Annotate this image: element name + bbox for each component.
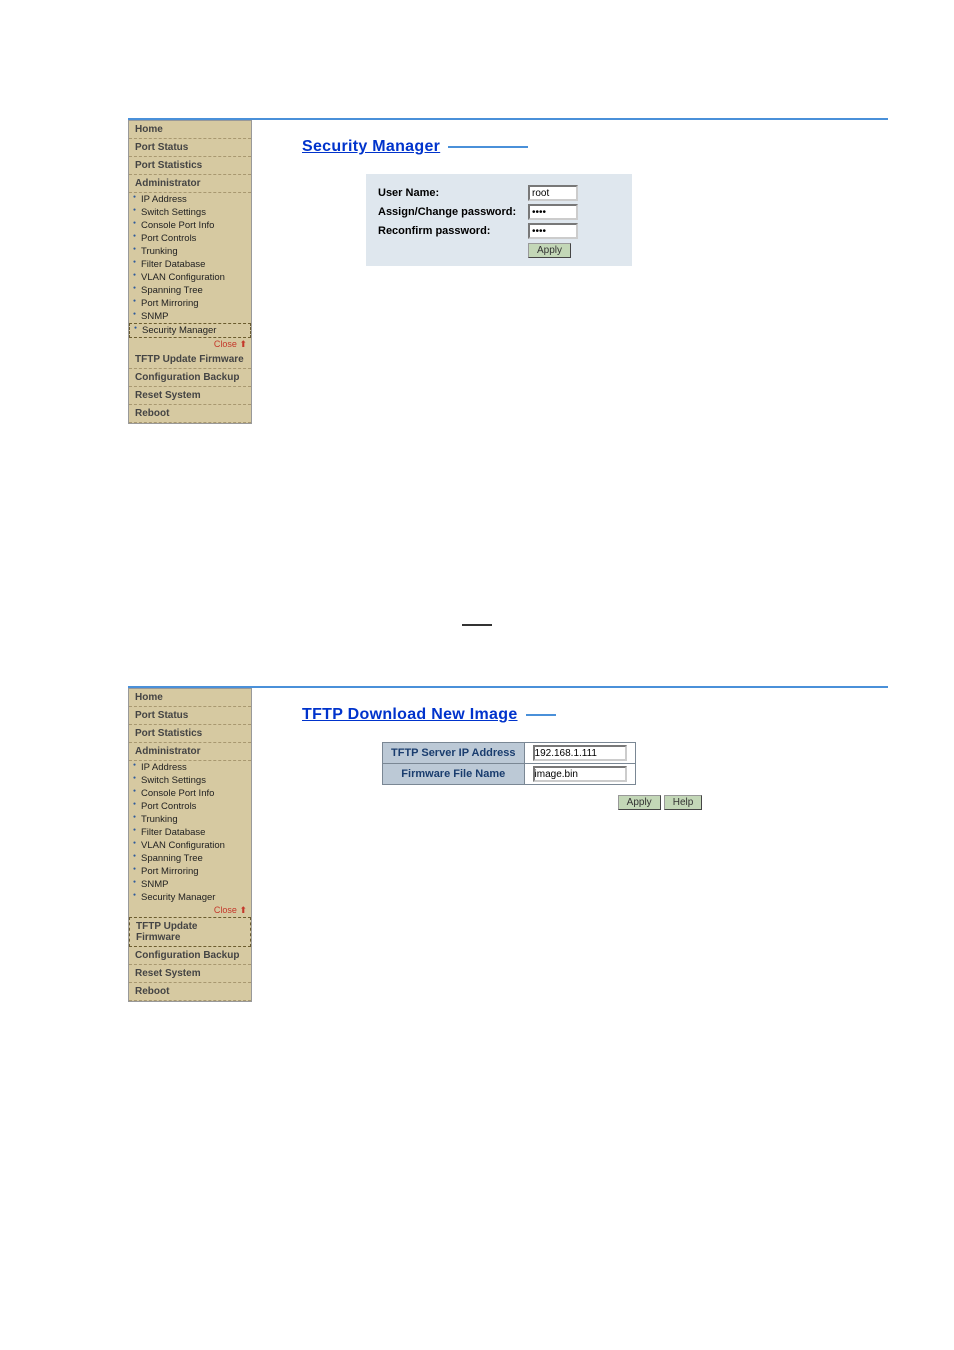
- sidebar-2: Home Port Status Port Statistics Adminis…: [128, 688, 252, 1002]
- nav-trunking[interactable]: Trunking: [129, 245, 251, 258]
- assign-password-label: Assign/Change password:: [378, 206, 528, 218]
- nav2-switch-settings[interactable]: Switch Settings: [129, 774, 251, 787]
- form-panel: User Name: Assign/Change password: Recon…: [366, 174, 632, 266]
- nav2-spanning-tree[interactable]: Spanning Tree: [129, 852, 251, 865]
- assign-password-field[interactable]: [528, 204, 578, 220]
- nav-ip-address[interactable]: IP Address: [129, 193, 251, 206]
- nav2-security-manager[interactable]: Security Manager: [129, 891, 251, 904]
- apply-button[interactable]: Apply: [528, 243, 571, 258]
- close-icon: ⬆: [239, 905, 247, 915]
- help-button[interactable]: Help: [664, 795, 703, 810]
- nav-filter-database[interactable]: Filter Database: [129, 258, 251, 271]
- nav-port-statistics[interactable]: Port Statistics: [129, 157, 251, 175]
- nav2-vlan-configuration[interactable]: VLAN Configuration: [129, 839, 251, 852]
- reconfirm-password-label: Reconfirm password:: [378, 225, 528, 237]
- nav-console-port-info[interactable]: Console Port Info: [129, 219, 251, 232]
- nav-port-controls[interactable]: Port Controls: [129, 232, 251, 245]
- page-title: Security Manager: [302, 138, 440, 156]
- close-icon: ⬆: [239, 339, 247, 349]
- page-title-2: TFTP Download New Image: [302, 706, 518, 724]
- nav-port-mirroring[interactable]: Port Mirroring: [129, 297, 251, 310]
- sidebar: Home Port Status Port Statistics Adminis…: [128, 120, 252, 424]
- nav-administrator[interactable]: Administrator: [129, 175, 251, 193]
- nav-reboot[interactable]: Reboot: [129, 405, 251, 423]
- nav-snmp[interactable]: SNMP: [129, 310, 251, 323]
- nav-configuration-backup[interactable]: Configuration Backup: [129, 369, 251, 387]
- nav2-filter-database[interactable]: Filter Database: [129, 826, 251, 839]
- tftp-server-label: TFTP Server IP Address: [383, 743, 525, 764]
- nav2-home[interactable]: Home: [129, 689, 251, 707]
- nav-tftp-update-firmware[interactable]: TFTP Update Firmware: [129, 351, 251, 369]
- nav-spanning-tree[interactable]: Spanning Tree: [129, 284, 251, 297]
- nav2-configuration-backup[interactable]: Configuration Backup: [129, 947, 251, 965]
- nav-home[interactable]: Home: [129, 121, 251, 139]
- nav-port-status[interactable]: Port Status: [129, 139, 251, 157]
- nav2-ip-address[interactable]: IP Address: [129, 761, 251, 774]
- nav-reset-system[interactable]: Reset System: [129, 387, 251, 405]
- nav-security-manager[interactable]: Security Manager: [129, 323, 251, 338]
- title-line-2: [526, 714, 556, 716]
- nav2-port-statistics[interactable]: Port Statistics: [129, 725, 251, 743]
- content-area: Security Manager User Name: Assign/Chang…: [252, 120, 888, 424]
- nav2-port-controls[interactable]: Port Controls: [129, 800, 251, 813]
- nav2-reboot[interactable]: Reboot: [129, 983, 251, 1001]
- nav2-tftp-update-firmware[interactable]: TFTP Update Firmware: [129, 917, 251, 947]
- nav-close[interactable]: Close ⬆: [129, 338, 251, 351]
- tftp-server-field[interactable]: [533, 745, 627, 761]
- nav2-snmp[interactable]: SNMP: [129, 878, 251, 891]
- tftp-table: TFTP Server IP Address Firmware File Nam…: [382, 742, 636, 785]
- reconfirm-password-field[interactable]: [528, 223, 578, 239]
- nav-switch-settings[interactable]: Switch Settings: [129, 206, 251, 219]
- nav2-administrator[interactable]: Administrator: [129, 743, 251, 761]
- nav2-trunking[interactable]: Trunking: [129, 813, 251, 826]
- username-label: User Name:: [378, 187, 528, 199]
- firmware-file-field[interactable]: [533, 766, 627, 782]
- content-area-2: TFTP Download New Image TFTP Server IP A…: [252, 688, 888, 1002]
- title-line: [448, 146, 528, 148]
- nav2-reset-system[interactable]: Reset System: [129, 965, 251, 983]
- nav2-port-status[interactable]: Port Status: [129, 707, 251, 725]
- nav2-close[interactable]: Close ⬆: [129, 904, 251, 917]
- nav2-console-port-info[interactable]: Console Port Info: [129, 787, 251, 800]
- nav-vlan-configuration[interactable]: VLAN Configuration: [129, 271, 251, 284]
- nav2-port-mirroring[interactable]: Port Mirroring: [129, 865, 251, 878]
- firmware-file-label: Firmware File Name: [383, 764, 525, 785]
- username-field[interactable]: [528, 185, 578, 201]
- page-separator: [462, 624, 492, 626]
- apply-button-2[interactable]: Apply: [618, 795, 661, 810]
